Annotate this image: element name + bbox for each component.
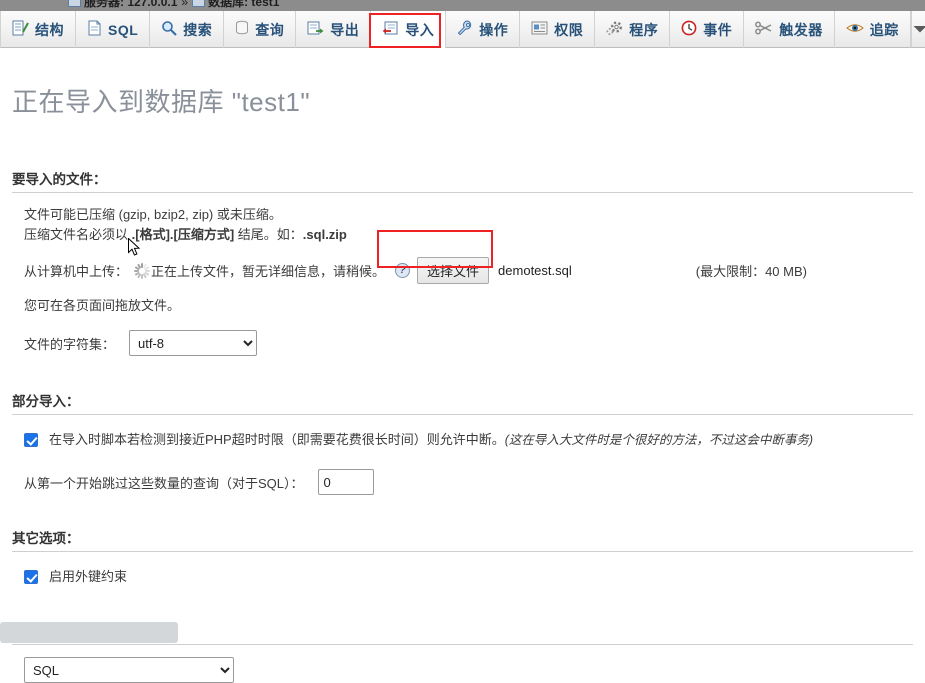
- tab-import-label: 导入: [405, 21, 435, 38]
- partial-import-section: 部分导入： 在导入时脚本若检测到接近PHP超时时限（即需要花费很长时间）则允许中…: [12, 390, 913, 495]
- export-icon: [307, 20, 324, 39]
- allow-interrupt-label: 在导入时脚本若检测到接近PHP超时时限（即需要花费很长时间）则允许中断。(这在导…: [49, 431, 813, 449]
- foreign-key-label: 启用外键约束: [49, 569, 128, 584]
- other-section-heading: 其它选项：: [12, 531, 80, 546]
- database-icon: [192, 0, 206, 7]
- allow-interrupt-checkbox[interactable]: [24, 433, 38, 447]
- page-title: 正在导入到数据库 "test1": [12, 87, 311, 117]
- allow-interrupt-row: 在导入时脚本若检测到接近PHP超时时限（即需要花费很长时间）则允许中断。(这在导…: [24, 427, 913, 453]
- help-icon[interactable]: ?: [395, 263, 411, 278]
- charset-label: 文件的字符集：: [24, 336, 116, 352]
- tab-events-label: 事件: [703, 21, 733, 38]
- partial-section-body: 在导入时脚本若检测到接近PHP超时时限（即需要花费很长时间）则允许中断。(这在导…: [12, 427, 913, 495]
- file-section-heading: 要导入的文件：: [12, 172, 107, 187]
- selected-file-name: demotest.sql: [498, 263, 572, 278]
- structure-icon: [12, 20, 29, 39]
- allow-interrupt-note: (这在导入大文件时是个很好的方法，不过这会中断事务): [504, 433, 814, 447]
- wrench-icon: [457, 20, 473, 39]
- sql-icon: [87, 20, 102, 39]
- skip-queries-row: 从第一个开始跳过这些数量的查询（对于SQL）：: [24, 469, 913, 495]
- import-icon: [382, 20, 399, 39]
- format-section-body: SQL: [12, 657, 913, 683]
- browse-file-button[interactable]: 选择文件: [417, 257, 490, 284]
- other-options-section: 其它选项： 启用外键约束: [12, 527, 913, 590]
- partial-section-divider: [12, 414, 913, 415]
- import-page: 正在导入到数据库 "test1" 要导入的文件： 文件可能已压缩 (gzip, …: [0, 48, 925, 683]
- tab-events[interactable]: 事件: [670, 11, 745, 48]
- server-icon: [68, 0, 81, 7]
- breadcrumb-server[interactable]: 服务器: 127.0.0.1: [84, 0, 177, 9]
- skip-queries-input[interactable]: [317, 469, 374, 495]
- tab-query-label: 查询: [255, 21, 285, 38]
- max-upload-size: (最大限制：40 MB): [695, 264, 807, 279]
- tab-sql[interactable]: SQL: [76, 11, 151, 48]
- tab-structure[interactable]: 结构: [0, 11, 76, 48]
- breadcrumb-separator: »: [181, 0, 189, 9]
- loading-spinner-icon: [134, 262, 151, 279]
- tab-import[interactable]: 导入: [371, 11, 447, 48]
- compression-note-line1: 文件可能已压缩 (gzip, bzip2, zip) 或未压缩。: [24, 207, 282, 222]
- upload-label: 从计算机中上传：: [24, 264, 129, 279]
- main-tab-bar: 结构 SQL 搜索 查询 导出 导入 操作 权限 程序 事件 触发器 追踪: [0, 11, 925, 48]
- foreign-key-row: 启用外键约束: [24, 564, 913, 590]
- compression-note-line2: 压缩文件名必须以 .[格式].[压缩方式] 结尾。如：.sql.zip: [24, 225, 913, 245]
- charset-select[interactable]: utf-8: [129, 330, 258, 356]
- breadcrumb-database[interactable]: 数据库: test1: [208, 0, 279, 9]
- tab-overflow-button[interactable]: [910, 11, 925, 47]
- tab-routines-label: 程序: [629, 21, 659, 38]
- triggers-icon: [755, 21, 773, 38]
- tab-tracking-label: 追踪: [869, 21, 899, 38]
- note2-prefix: 压缩文件名必须以: [24, 227, 132, 242]
- tab-routines[interactable]: 程序: [595, 11, 671, 48]
- note2-example: .sql.zip: [302, 227, 347, 242]
- events-icon: [681, 20, 697, 39]
- privileges-icon: [531, 21, 548, 38]
- tab-operations-label: 操作: [479, 21, 509, 38]
- format-section-divider: [12, 644, 913, 645]
- tab-tracking[interactable]: 追踪: [835, 11, 911, 48]
- tab-structure-label: 结构: [35, 21, 64, 38]
- tab-sql-label: SQL: [108, 21, 139, 38]
- browser-status-chip: [0, 622, 178, 643]
- note2-formats: .[格式].[压缩方式]: [131, 227, 235, 242]
- allow-interrupt-text: 在导入时脚本若检测到接近PHP超时时限（即需要花费很长时间）则允许中断。: [49, 432, 505, 447]
- format-select[interactable]: SQL: [24, 657, 234, 683]
- tab-query[interactable]: 查询: [224, 11, 297, 48]
- tab-search-label: 搜索: [183, 21, 213, 38]
- tab-export[interactable]: 导出: [296, 11, 372, 48]
- tab-triggers-label: 触发器: [779, 21, 823, 38]
- breadcrumb-bar: 服务器: 127.0.0.1 » 数据库: test1: [0, 0, 925, 11]
- other-section-divider: [12, 551, 913, 552]
- breadcrumb: 服务器: 127.0.0.1 » 数据库: test1: [68, 0, 279, 10]
- other-section-body: 启用外键约束: [12, 564, 913, 590]
- chevron-down-icon: [912, 22, 925, 37]
- file-section-divider: [12, 192, 913, 193]
- skip-queries-label: 从第一个开始跳过这些数量的查询（对于SQL）：: [24, 475, 304, 491]
- tab-triggers[interactable]: 触发器: [744, 11, 835, 48]
- tracking-icon: [845, 21, 864, 38]
- foreign-key-checkbox[interactable]: [24, 570, 38, 584]
- tab-operations[interactable]: 操作: [446, 11, 521, 48]
- dragdrop-note: 您可在各页面间拖放文件。: [24, 298, 181, 313]
- partial-section-heading: 部分导入：: [12, 394, 80, 409]
- query-icon: [235, 20, 249, 39]
- tab-export-label: 导出: [330, 21, 360, 38]
- routines-icon: [606, 20, 623, 39]
- file-section-body: 文件可能已压缩 (gzip, bzip2, zip) 或未压缩。 压缩文件名必须…: [12, 205, 913, 356]
- note2-middle: 结尾。如：: [234, 227, 303, 242]
- file-to-import-section: 要导入的文件： 文件可能已压缩 (gzip, bzip2, zip) 或未压缩。…: [12, 168, 913, 356]
- upload-row: 从计算机中上传： 正在上传文件，暂无详细信息，请稍候。 ? 选择文件 demot…: [24, 257, 913, 284]
- tab-privileges-label: 权限: [554, 21, 584, 38]
- upload-status-text: 正在上传文件，暂无详细信息，请稍候。: [151, 264, 386, 279]
- search-icon: [161, 20, 178, 39]
- tab-search[interactable]: 搜索: [150, 11, 225, 48]
- charset-row: 文件的字符集： utf-8: [24, 330, 913, 356]
- tab-privileges[interactable]: 权限: [520, 11, 596, 48]
